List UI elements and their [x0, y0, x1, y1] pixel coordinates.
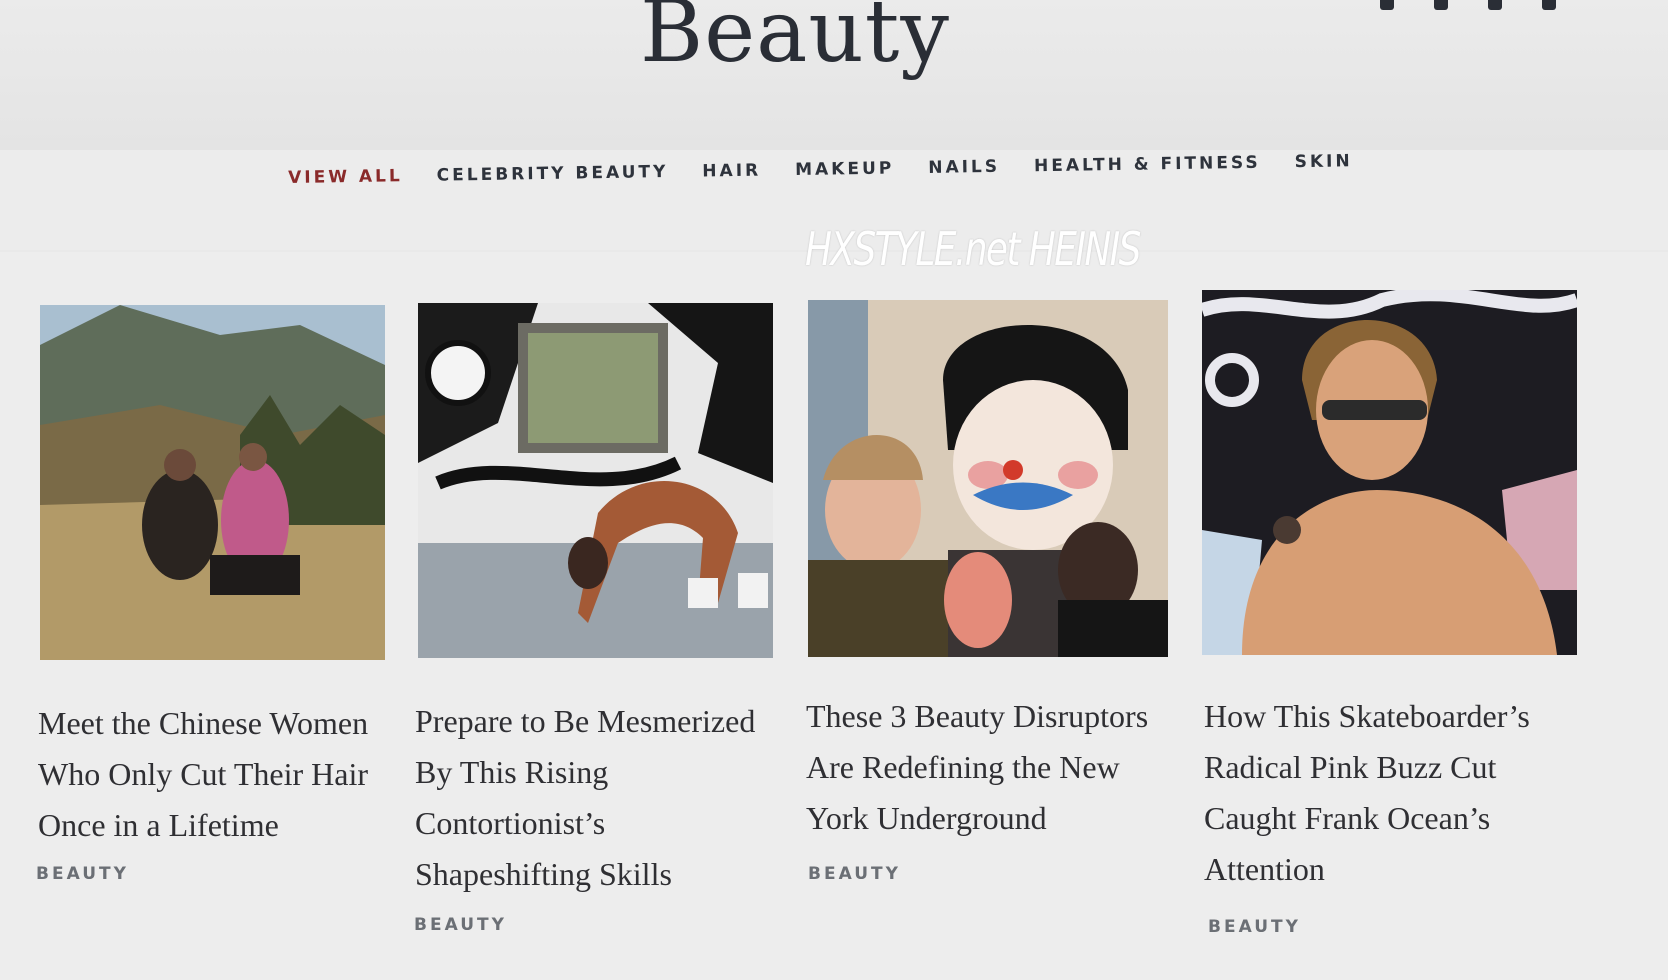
nav-item-health-fitness[interactable]: HEALTH & FITNESS	[1034, 153, 1261, 177]
hillside-photo	[40, 305, 385, 660]
watermark: HXSTYLE.net HEINIS	[805, 222, 1141, 276]
article-category[interactable]: BEAUTY	[1208, 917, 1301, 937]
page-title: Beauty	[640, 0, 950, 82]
article-title[interactable]: How This Skateboarder’s Radical Pink Buz…	[1204, 691, 1584, 895]
article-category[interactable]: BEAUTY	[36, 864, 129, 884]
article-title[interactable]: Meet the Chinese Women Who Only Cut Thei…	[38, 698, 378, 851]
facebook-icon[interactable]	[1380, 0, 1394, 10]
article-title[interactable]: Prepare to Be Mesmerized By This Rising …	[415, 696, 770, 900]
email-icon[interactable]	[1542, 0, 1556, 10]
nav-item-celebrity-beauty[interactable]: CELEBRITY BEAUTY	[437, 162, 669, 186]
mural-photo	[418, 303, 773, 658]
nav-item-view-all[interactable]: VIEW ALL	[288, 166, 403, 188]
social-links	[1380, 0, 1556, 10]
article-category[interactable]: BEAUTY	[414, 915, 507, 935]
nav-item-skin[interactable]: SKIN	[1294, 151, 1352, 172]
twitter-icon[interactable]	[1488, 0, 1502, 10]
nav-item-makeup[interactable]: MAKEUP	[795, 158, 894, 180]
article-image[interactable]	[808, 300, 1168, 657]
collage-photo	[808, 300, 1168, 657]
nav-item-nails[interactable]: NAILS	[928, 157, 1000, 178]
article-category[interactable]: BEAUTY	[808, 864, 901, 884]
pinterest-icon[interactable]	[1434, 0, 1448, 10]
article-image[interactable]	[40, 305, 385, 660]
article-image[interactable]	[1202, 290, 1577, 655]
nav-item-hair[interactable]: HAIR	[702, 161, 761, 182]
skateboarder-photo	[1202, 290, 1577, 655]
article-image[interactable]	[418, 303, 773, 658]
article-title[interactable]: These 3 Beauty Disruptors Are Redefining…	[806, 691, 1166, 844]
